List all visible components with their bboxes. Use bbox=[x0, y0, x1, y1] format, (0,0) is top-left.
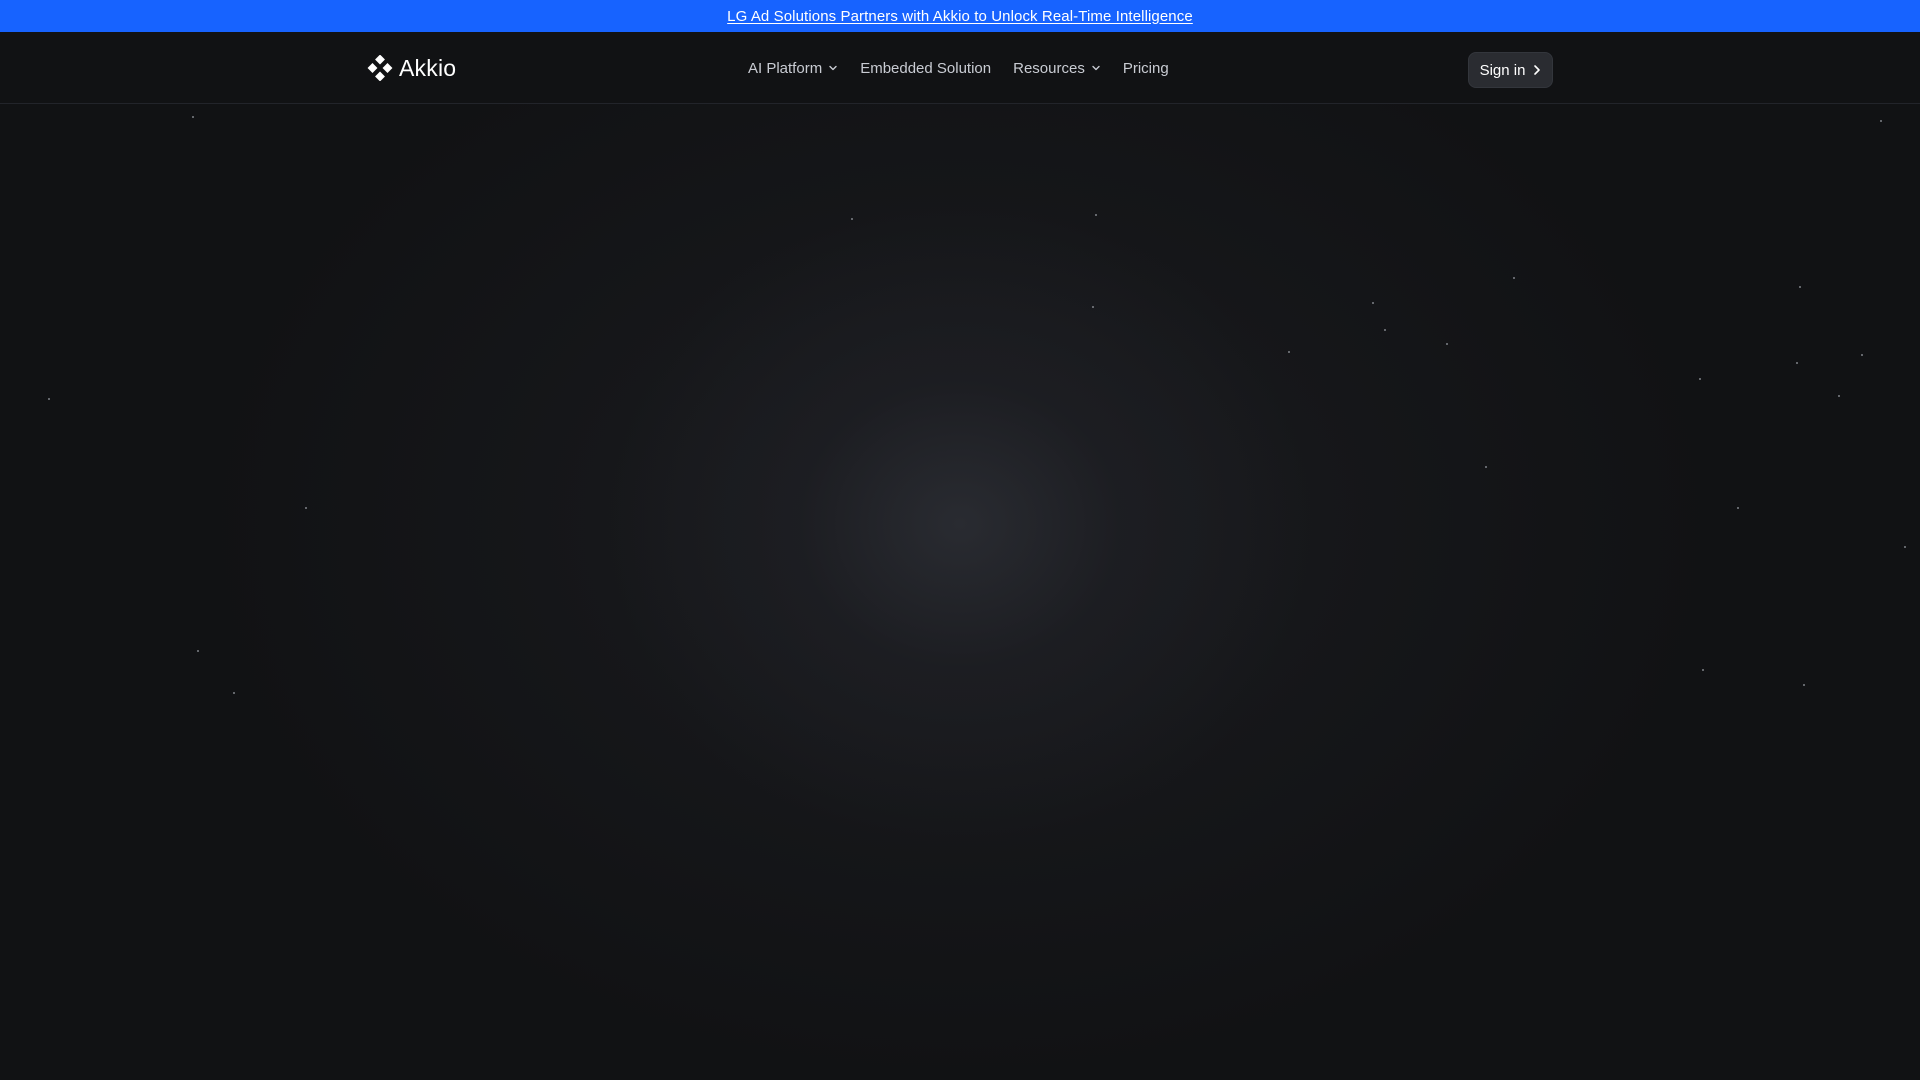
star-decoration bbox=[1880, 120, 1882, 122]
navbar: Akkio AI Platform Embedded Solution Reso… bbox=[0, 32, 1920, 104]
star-decoration bbox=[1904, 546, 1906, 548]
star-decoration bbox=[1699, 378, 1701, 380]
nav-item-label: Pricing bbox=[1122, 59, 1169, 77]
star-decoration bbox=[1513, 277, 1515, 279]
nav-item-label: Resources bbox=[1013, 59, 1085, 77]
akkio-diamond-logo-icon bbox=[367, 55, 393, 81]
star-decoration bbox=[1372, 302, 1374, 304]
star-decoration bbox=[1288, 351, 1290, 353]
nav-item-ai-platform[interactable]: AI Platform bbox=[748, 60, 838, 77]
brand-logo[interactable]: Akkio bbox=[367, 54, 456, 82]
nav-item-embedded-solution[interactable]: Embedded Solution bbox=[860, 60, 991, 77]
star-decoration bbox=[192, 116, 194, 118]
chevron-down-icon bbox=[829, 65, 837, 71]
brand-name: Akkio bbox=[399, 54, 457, 81]
nav-item-resources[interactable]: Resources bbox=[1013, 60, 1101, 77]
star-decoration bbox=[1737, 507, 1739, 509]
hero-background bbox=[0, 104, 1920, 1080]
nav-item-label: Embedded Solution bbox=[860, 59, 992, 77]
announcement-link[interactable]: LG Ad Solutions Partners with Akkio to U… bbox=[727, 8, 1193, 25]
sign-in-button[interactable]: Sign in bbox=[1468, 52, 1553, 88]
star-decoration bbox=[1702, 669, 1704, 671]
star-decoration bbox=[1799, 286, 1801, 288]
star-decoration bbox=[851, 218, 853, 220]
page: LG Ad Solutions Partners with Akkio to U… bbox=[0, 0, 1920, 1080]
star-decoration bbox=[1796, 362, 1798, 364]
star-decoration bbox=[1861, 354, 1863, 356]
star-decoration bbox=[1092, 306, 1094, 308]
star-decoration bbox=[1446, 343, 1448, 345]
star-decoration bbox=[1384, 329, 1386, 331]
sign-in-label: Sign in bbox=[1479, 61, 1526, 79]
star-decoration bbox=[305, 507, 307, 509]
star-decoration bbox=[1485, 466, 1487, 468]
star-decoration bbox=[1838, 395, 1840, 397]
nav-item-label: AI Platform bbox=[748, 59, 823, 77]
star-decoration bbox=[1803, 684, 1805, 686]
nav-item-pricing[interactable]: Pricing bbox=[1123, 60, 1169, 77]
announcement-bar: LG Ad Solutions Partners with Akkio to U… bbox=[0, 0, 1920, 32]
chevron-down-icon bbox=[1092, 65, 1100, 71]
main-nav: AI Platform Embedded Solution Resources … bbox=[748, 54, 1169, 82]
star-decoration bbox=[1095, 214, 1097, 216]
star-decoration bbox=[48, 398, 50, 400]
star-decoration bbox=[233, 692, 235, 694]
chevron-right-icon bbox=[1534, 65, 1541, 75]
star-decoration bbox=[197, 650, 199, 652]
